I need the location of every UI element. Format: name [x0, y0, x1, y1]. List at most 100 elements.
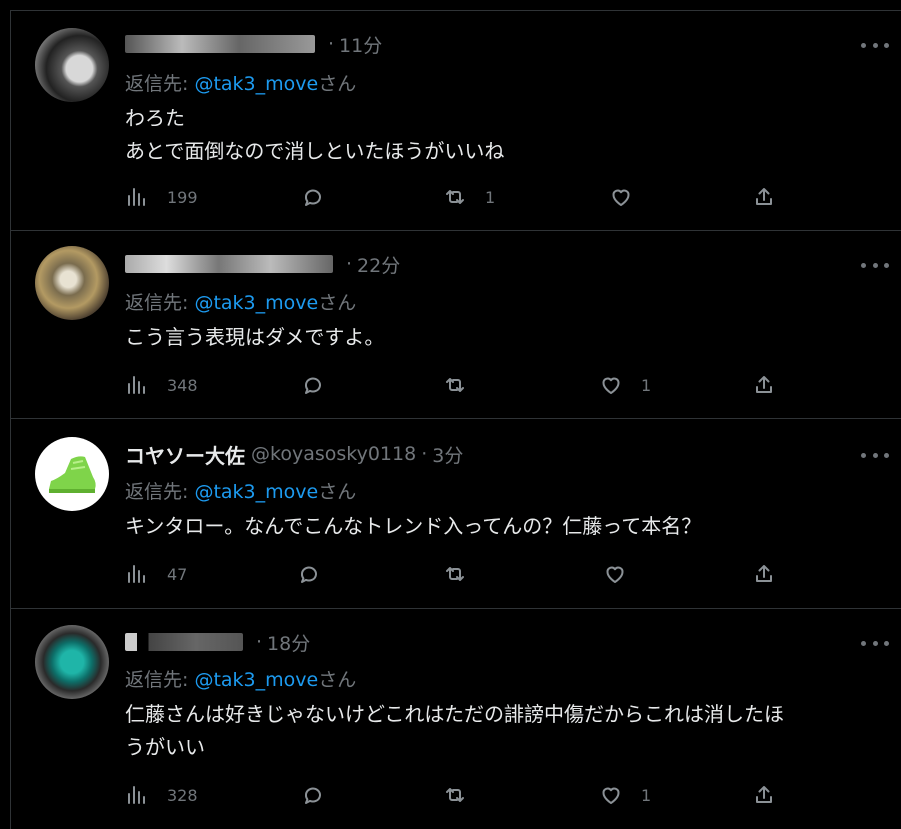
reply-suffix: さん — [318, 292, 357, 314]
blurred-display-name[interactable] — [125, 35, 315, 53]
retweet-button[interactable] — [443, 370, 485, 400]
more-options-icon[interactable] — [861, 638, 889, 648]
action-bar: 47 — [125, 559, 785, 589]
bar-chart-icon — [128, 376, 145, 394]
reply-button[interactable] — [301, 370, 325, 400]
heart-icon — [602, 787, 620, 804]
views-button[interactable]: 328 — [125, 780, 198, 810]
bar-chart-icon — [128, 188, 145, 206]
avatar[interactable] — [35, 625, 109, 699]
retweet-count: 1 — [485, 187, 496, 207]
tweet-text-line: こう言う表現はダメですよ。 — [125, 325, 385, 349]
share-button[interactable] — [752, 370, 776, 400]
heart-icon — [612, 189, 630, 206]
action-bar: 199 1 — [125, 182, 785, 212]
blurred-display-name[interactable] — [125, 633, 243, 651]
share-button[interactable] — [752, 559, 776, 589]
action-bar: 328 1 — [125, 780, 785, 810]
like-button[interactable] — [609, 182, 651, 212]
timestamp[interactable]: 22分 — [357, 251, 400, 278]
retweet-button[interactable] — [443, 559, 485, 589]
action-bar: 348 1 — [125, 370, 785, 400]
bar-chart-icon — [128, 786, 145, 804]
tweet-text: こう言う表現はダメですよ。 — [125, 321, 885, 354]
share-icon — [756, 376, 772, 393]
reply-label: 返信先: — [125, 481, 189, 503]
tweet-text: キンタロー。なんでこんなトレンド入ってんの？仁藤って本名？ — [125, 510, 885, 543]
separator-dot: · — [328, 33, 335, 55]
mention-link[interactable]: @tak3_move — [194, 669, 318, 691]
retweet-icon — [446, 190, 464, 204]
replying-to: 返信先: @tak3_moveさん — [125, 665, 356, 692]
share-button[interactable] — [752, 182, 776, 212]
views-button[interactable]: 47 — [125, 559, 187, 589]
reply-suffix: さん — [318, 73, 357, 95]
avatar[interactable] — [35, 246, 109, 320]
tweet-header: コヤソー大佐 @koyasosky0118 · 3分 — [125, 439, 463, 469]
share-icon — [756, 188, 772, 205]
views-button[interactable]: 199 — [125, 182, 198, 212]
speech-bubble-icon — [305, 787, 321, 804]
tweet-3[interactable]: コヤソー大佐 @koyasosky0118 · 3分 返信先: @tak3_mo… — [10, 418, 901, 608]
tweet-text-line: あとで面倒なので消しといたほうがいいね — [125, 139, 505, 163]
views-count: 199 — [167, 187, 198, 207]
reply-label: 返信先: — [125, 292, 189, 314]
timestamp[interactable]: 18分 — [267, 629, 310, 656]
reply-label: 返信先: — [125, 669, 189, 691]
retweet-icon — [446, 378, 464, 392]
retweet-button[interactable] — [443, 780, 485, 810]
like-count: 1 — [641, 785, 652, 805]
reply-button[interactable] — [297, 559, 321, 589]
tweet-text: わろた あとで面倒なので消しといたほうがいいね — [125, 102, 885, 168]
avatar[interactable] — [35, 437, 109, 511]
avatar[interactable] — [35, 28, 109, 102]
reply-suffix: さん — [318, 481, 357, 503]
more-options-icon[interactable] — [861, 450, 889, 460]
heart-icon — [606, 566, 624, 583]
like-count: 1 — [641, 375, 652, 395]
reply-label: 返信先: — [125, 73, 189, 95]
replying-to: 返信先: @tak3_moveさん — [125, 288, 356, 315]
mention-link[interactable]: @tak3_move — [194, 73, 318, 95]
tweet-4[interactable]: · 18分 返信先: @tak3_moveさん 仁藤さんは好きじゃないけどこれは… — [10, 608, 901, 829]
more-options-icon[interactable] — [861, 40, 889, 50]
like-button[interactable] — [603, 559, 645, 589]
timestamp[interactable]: 11分 — [339, 31, 382, 58]
reply-suffix: さん — [318, 669, 357, 691]
tweet-header: · 22分 — [125, 249, 400, 279]
tweet-1[interactable]: · 11分 返信先: @tak3_moveさん わろた あとで面倒なので消しとい… — [10, 10, 901, 230]
tweet-header: · 11分 — [125, 29, 382, 59]
views-button[interactable]: 348 — [125, 370, 198, 400]
timestamp[interactable]: 3分 — [432, 441, 463, 468]
tweet-2[interactable]: · 22分 返信先: @tak3_moveさん こう言う表現はダメですよ。 34… — [10, 230, 901, 418]
mention-link[interactable]: @tak3_move — [194, 481, 318, 503]
user-handle[interactable]: @koyasosky0118 — [251, 443, 416, 465]
tweet-header: · 18分 — [125, 627, 310, 657]
views-count: 328 — [167, 785, 198, 805]
share-button[interactable] — [752, 780, 776, 810]
share-icon — [756, 786, 772, 803]
green-sneaker-image — [49, 456, 96, 493]
separator-dot: · — [346, 253, 353, 275]
blurred-display-name[interactable] — [125, 255, 333, 273]
reply-button[interactable] — [301, 780, 325, 810]
reply-button[interactable] — [301, 182, 325, 212]
tweet-text-line: 仁藤さんは好きじゃないけどこれはただの誹謗中傷だからこれは消したほ — [125, 702, 784, 726]
views-count: 348 — [167, 375, 198, 395]
mention-link[interactable]: @tak3_move — [194, 292, 318, 314]
retweet-button[interactable]: 1 — [443, 182, 495, 212]
tweet-text: 仁藤さんは好きじゃないけどこれはただの誹謗中傷だからこれは消したほ うがいい — [125, 698, 885, 764]
heart-icon — [602, 377, 620, 394]
retweet-icon — [446, 567, 464, 581]
more-options-icon[interactable] — [861, 260, 889, 270]
display-name[interactable]: コヤソー大佐 — [125, 440, 245, 469]
tweet-text-line: わろた — [125, 106, 185, 130]
separator-dot: · — [256, 631, 263, 653]
bar-chart-icon — [128, 565, 145, 583]
replying-to: 返信先: @tak3_moveさん — [125, 477, 356, 504]
like-button[interactable]: 1 — [599, 370, 651, 400]
tweet-text-line: うがいい — [125, 735, 205, 759]
tweet-text-line: キンタロー。なんでこんなトレンド入ってんの？仁藤って本名？ — [125, 514, 702, 538]
share-icon — [756, 565, 772, 582]
like-button[interactable]: 1 — [599, 780, 651, 810]
